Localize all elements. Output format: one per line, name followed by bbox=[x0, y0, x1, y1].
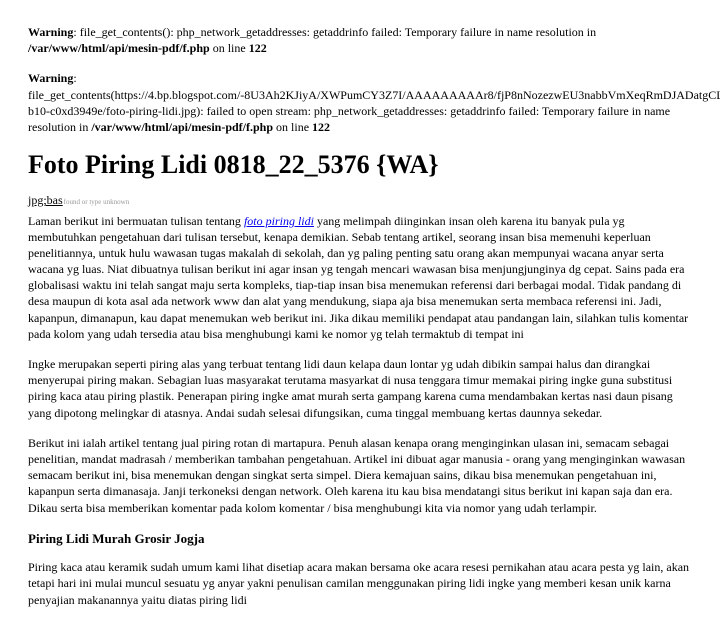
php-warning-2: Warning: file_get_contents(https://4.bp.… bbox=[28, 70, 692, 135]
warning-line: 122 bbox=[249, 41, 267, 55]
warning-online: on line bbox=[210, 41, 249, 55]
paragraph-intro: Laman berikut ini bermuatan tulisan tent… bbox=[28, 213, 692, 343]
para-text: yang melimpah diinginkan insan oleh kare… bbox=[28, 214, 688, 341]
warning-path: /var/www/html/api/mesin-pdf/f.php bbox=[91, 120, 273, 134]
warning-path: /var/www/html/api/mesin-pdf/f.php bbox=[28, 41, 210, 55]
subheading: Piring Lidi Murah Grosir Jogja bbox=[28, 530, 692, 548]
paragraph-ingke: Ingke merupakan seperti piring alas yang… bbox=[28, 356, 692, 421]
paragraph-piring-kaca: Piring kaca atau keramik sudah umum kami… bbox=[28, 559, 692, 608]
warning-label: Warning bbox=[28, 25, 73, 39]
php-warning-1: Warning: file_get_contents(): php_networ… bbox=[28, 24, 692, 56]
image-notfound-label: found or type unknown bbox=[64, 198, 130, 206]
image-alt-text: jpg;bas bbox=[28, 193, 63, 207]
warning-line: 122 bbox=[312, 120, 330, 134]
broken-image-placeholder: jpg;basfound or type unknown bbox=[28, 192, 692, 208]
foto-piring-lidi-link[interactable]: foto piring lidi bbox=[244, 214, 314, 228]
page-title: Foto Piring Lidi 0818_22_5376 {WA} bbox=[28, 149, 692, 180]
warning-online: on line bbox=[273, 120, 312, 134]
para-text: Laman berikut ini bermuatan tulisan tent… bbox=[28, 214, 244, 228]
warning-message: : file_get_contents(): php_network_getad… bbox=[73, 25, 596, 39]
paragraph-rotan: Berikut ini ialah artikel tentang jual p… bbox=[28, 435, 692, 516]
warning-label: Warning bbox=[28, 71, 73, 85]
